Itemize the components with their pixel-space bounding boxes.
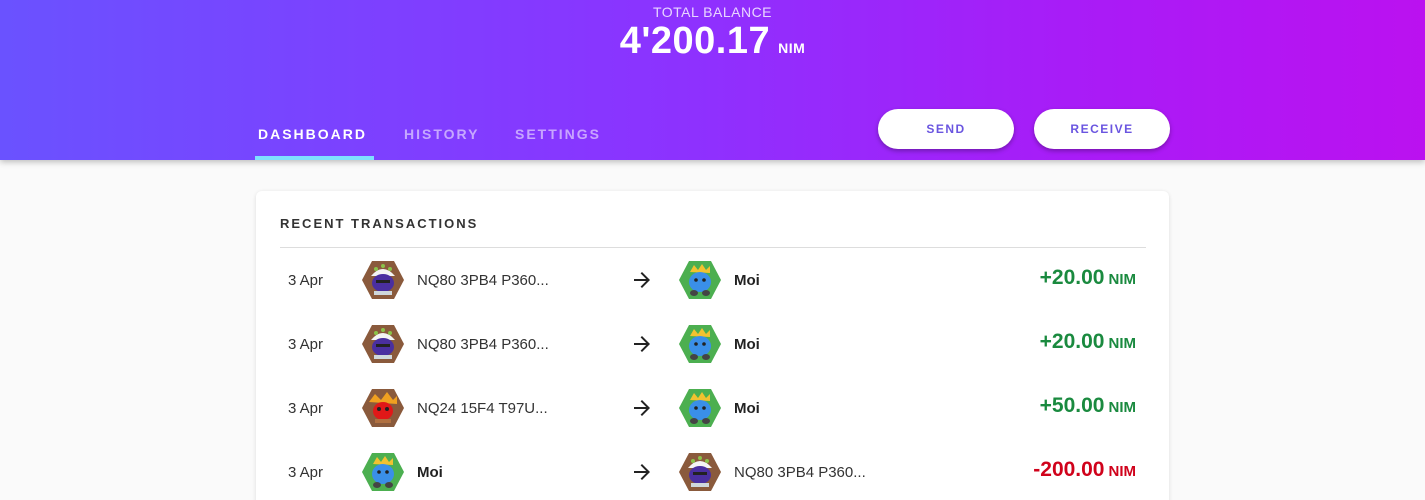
identicon-brown-purple-icon — [678, 450, 722, 494]
transaction-amount: +50.00 NIM — [1040, 394, 1136, 418]
transaction-row[interactable]: 3 Apr NQ80 3PB4 P360... Moi +20.00 NIM — [256, 312, 1169, 376]
arrow-right-icon — [630, 460, 654, 484]
transaction-date: 3 Apr — [288, 400, 324, 417]
identicon-brown-red-icon — [361, 386, 405, 430]
identicon-brown-purple-icon — [361, 258, 405, 302]
transaction-date: 3 Apr — [288, 336, 324, 353]
identicon-brown-purple-icon — [361, 322, 405, 366]
arrow-right-icon — [630, 332, 654, 356]
active-tab-indicator — [255, 156, 374, 160]
transaction-row[interactable]: 3 Apr NQ80 3PB4 P360... Moi +20.00 NIM — [256, 248, 1169, 312]
amount-unit: NIM — [1108, 399, 1137, 416]
card-title: RECENT TRANSACTIONS — [280, 216, 479, 231]
amount-value: -200.00 — [1033, 458, 1105, 481]
identicon-green-blue-icon — [678, 322, 722, 366]
transaction-amount: +20.00 NIM — [1040, 266, 1136, 290]
balance-unit: NIM — [778, 40, 806, 56]
transaction-amount: -200.00 NIM — [1033, 458, 1136, 482]
recent-transactions-card: RECENT TRANSACTIONS 3 Apr NQ80 3PB4 P360… — [256, 191, 1169, 500]
amount-value: +20.00 — [1039, 330, 1105, 353]
transaction-amount: +20.00 NIM — [1040, 330, 1136, 354]
identicon-green-blue-icon — [678, 258, 722, 302]
identicon-green-blue-icon — [361, 450, 405, 494]
tab-history[interactable]: HISTORY — [404, 126, 479, 142]
amount-unit: NIM — [1108, 335, 1137, 352]
sender-address: Moi — [417, 464, 443, 481]
balance-value: 4'200.17 — [619, 20, 771, 62]
transaction-row[interactable]: 3 Apr NQ24 15F4 T97U... Moi +50.00 NIM — [256, 376, 1169, 440]
app-header: TOTAL BALANCE 4'200.17 NIM DASHBOARD HIST… — [0, 0, 1425, 160]
transaction-row[interactable]: 3 Apr Moi NQ80 3PB4 P360... -200.00 NIM — [256, 440, 1169, 500]
amount-unit: NIM — [1108, 463, 1137, 480]
sender-address: NQ80 3PB4 P360... — [417, 336, 549, 353]
tab-settings[interactable]: SETTINGS — [515, 126, 601, 142]
send-button[interactable]: SEND — [878, 109, 1014, 149]
amount-unit: NIM — [1108, 271, 1137, 288]
transaction-date: 3 Apr — [288, 464, 324, 481]
amount-value: +50.00 — [1039, 394, 1105, 417]
arrow-right-icon — [630, 268, 654, 292]
balance-label: TOTAL BALANCE — [652, 4, 773, 20]
recipient-address: NQ80 3PB4 P360... — [734, 464, 866, 481]
arrow-right-icon — [630, 396, 654, 420]
total-balance: 4'200.17 NIM — [0, 20, 1425, 63]
recipient-address: Moi — [734, 336, 760, 353]
sender-address: NQ24 15F4 T97U... — [417, 400, 548, 417]
receive-button[interactable]: RECEIVE — [1034, 109, 1170, 149]
tab-dashboard[interactable]: DASHBOARD — [258, 126, 367, 142]
recipient-address: Moi — [734, 272, 760, 289]
transaction-date: 3 Apr — [288, 272, 324, 289]
sender-address: NQ80 3PB4 P360... — [417, 272, 549, 289]
amount-value: +20.00 — [1039, 266, 1105, 289]
identicon-green-blue-icon — [678, 386, 722, 430]
recipient-address: Moi — [734, 400, 760, 417]
